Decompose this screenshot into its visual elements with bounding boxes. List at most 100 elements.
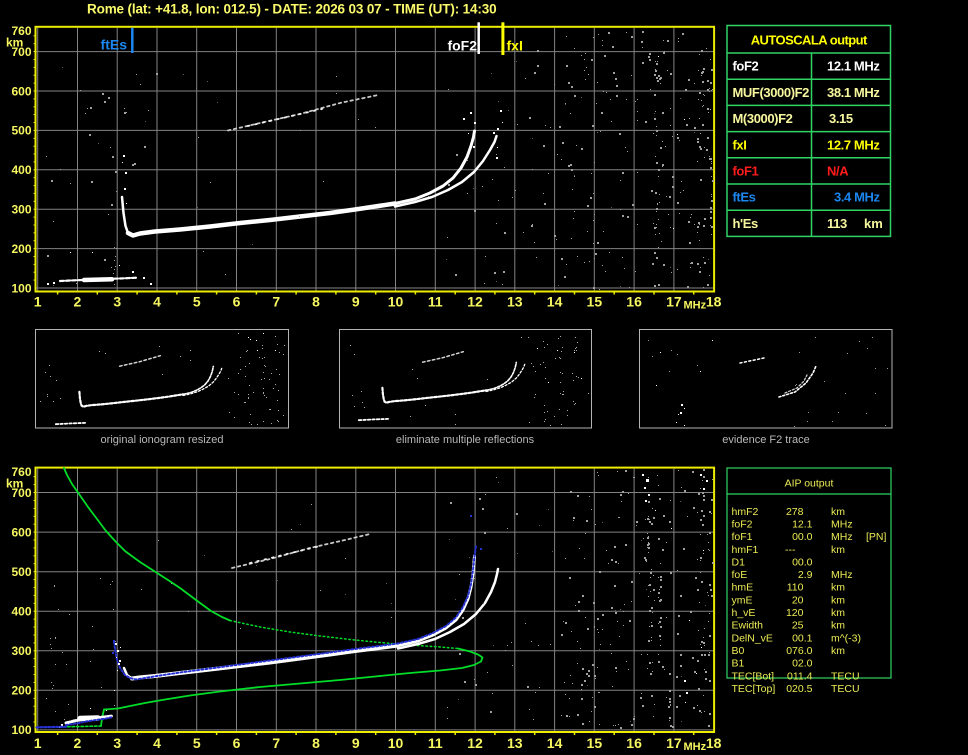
svg-text:14: 14 [547,735,563,751]
svg-text:500: 500 [11,565,31,579]
svg-text:8: 8 [312,735,320,751]
svg-text:5: 5 [193,735,201,751]
svg-text:1: 1 [34,735,42,751]
svg-text:12.1 MHz: 12.1 MHz [827,59,880,74]
svg-text:110: 110 [787,582,804,594]
svg-text:D1: D1 [732,556,746,568]
svg-text:4: 4 [153,294,161,310]
svg-text:7: 7 [272,294,280,310]
svg-text:foF2: foF2 [732,518,753,530]
svg-text:TECU: TECU [831,683,860,695]
svg-text:[PN]: [PN] [866,531,887,543]
svg-text:M(3000)F2: M(3000)F2 [733,111,793,126]
svg-text:9: 9 [352,294,360,310]
svg-text:38.1 MHz: 38.1 MHz [827,85,880,100]
svg-text:00.0: 00.0 [792,531,813,543]
svg-text:foF1: foF1 [733,164,759,179]
svg-text:3: 3 [113,735,121,751]
svg-text:15: 15 [587,735,603,751]
svg-text:200: 200 [11,242,31,256]
svg-text:km: km [831,620,845,632]
svg-text:foE: foE [732,569,748,581]
svg-text:3: 3 [113,294,121,310]
svg-text:m^(-3): m^(-3) [831,632,861,644]
svg-text:fxI: fxI [507,38,523,54]
svg-text:113: 113 [827,216,847,231]
svg-text:TEC[Top]: TEC[Top] [732,683,776,695]
svg-text:12.1: 12.1 [792,518,813,530]
svg-text:20: 20 [792,594,804,606]
svg-text:MHz: MHz [831,518,853,530]
svg-text:original ionogram resized: original ionogram resized [101,434,224,446]
svg-text:foF2: foF2 [447,38,477,54]
svg-text:100: 100 [11,723,31,737]
svg-text:14: 14 [547,294,563,310]
svg-text:13: 13 [507,735,523,751]
svg-text:600: 600 [11,525,31,539]
svg-text:13: 13 [507,294,523,310]
svg-text:B0: B0 [732,645,745,657]
svg-text:400: 400 [11,605,31,619]
svg-text:17: 17 [666,735,682,751]
svg-text:4: 4 [153,735,161,751]
svg-text:12: 12 [467,294,483,310]
svg-text:600: 600 [11,84,31,98]
svg-text:120: 120 [786,607,804,619]
svg-text:DelN_vE: DelN_vE [732,632,773,644]
svg-text:16: 16 [626,294,642,310]
svg-text:25: 25 [792,620,804,632]
svg-text:11: 11 [428,735,443,751]
svg-text:foF2: foF2 [733,59,759,74]
svg-text:8: 8 [312,294,320,310]
svg-text:MUF(3000)F2: MUF(3000)F2 [733,85,810,100]
svg-text:3.15: 3.15 [829,111,853,126]
svg-text:200: 200 [11,684,31,698]
svg-text:400: 400 [11,163,31,177]
svg-text:hmE: hmE [732,582,754,594]
svg-text:km: km [831,544,845,556]
svg-text:500: 500 [11,124,31,138]
svg-text:fxI: fxI [733,137,747,152]
svg-text:3.4 MHz: 3.4 MHz [834,190,881,205]
svg-text:7: 7 [272,735,280,751]
svg-text:km: km [831,645,845,657]
svg-text:16: 16 [626,735,642,751]
svg-text:300: 300 [11,203,31,217]
svg-text:Rome (lat: +41.8, lon: 012.5): Rome (lat: +41.8, lon: 012.5) - DATE: 20… [87,1,496,16]
svg-text:evidence F2 trace: evidence F2 trace [722,434,809,446]
svg-text:hmF1: hmF1 [732,544,759,556]
svg-text:MHz: MHz [684,741,707,753]
svg-text:700: 700 [11,45,31,59]
svg-text:AUTOSCALA output: AUTOSCALA output [751,33,868,48]
svg-text:278: 278 [786,506,804,518]
svg-text:TEC[Bot]: TEC[Bot] [732,670,775,682]
svg-text:N/A: N/A [827,164,849,179]
svg-text:011.4: 011.4 [787,670,813,682]
svg-text:2.9: 2.9 [798,569,813,581]
svg-text:00.1: 00.1 [792,632,813,644]
svg-text:MHz: MHz [831,569,853,581]
svg-text:1: 1 [34,294,42,310]
svg-text:2: 2 [74,294,82,310]
svg-text:6: 6 [233,294,241,310]
svg-text:700: 700 [11,486,31,500]
svg-text:eliminate multiple reflections: eliminate multiple reflections [396,434,535,446]
svg-text:020.5: 020.5 [786,683,812,695]
svg-text:ftEs: ftEs [733,190,756,205]
svg-text:ymE: ymE [732,594,753,606]
svg-text:15: 15 [587,294,603,310]
svg-text:foF1: foF1 [732,531,753,543]
svg-text:h_vE: h_vE [732,607,756,619]
svg-text:B1: B1 [732,658,745,670]
svg-text:ftEs: ftEs [101,37,128,53]
svg-text:11: 11 [428,294,443,310]
svg-text:km: km [831,582,845,594]
svg-text:Ewidth: Ewidth [732,620,764,632]
svg-text:MHz: MHz [831,531,853,543]
svg-text:02.0: 02.0 [792,658,813,670]
svg-text:hmF2: hmF2 [732,506,759,518]
svg-text:300: 300 [11,644,31,658]
svg-text:h'Es: h'Es [733,216,759,231]
svg-text:2: 2 [74,735,82,751]
svg-text:17: 17 [666,294,682,310]
